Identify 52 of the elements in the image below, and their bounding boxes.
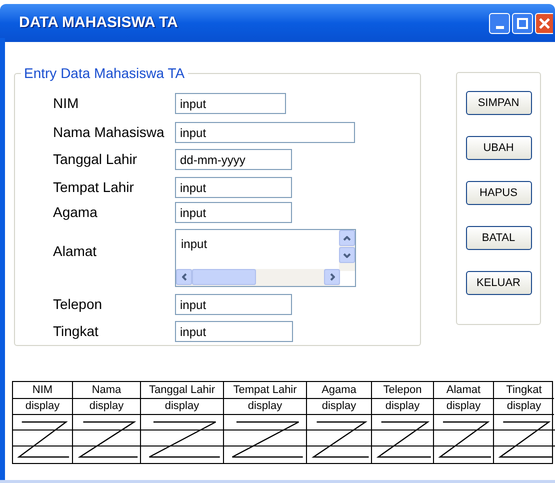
scroll-left-button[interactable] bbox=[176, 269, 192, 285]
column-header: Tanggal Lahir bbox=[141, 382, 223, 399]
close-icon bbox=[539, 18, 550, 28]
maximize-icon bbox=[517, 18, 528, 28]
field-label: NIM bbox=[53, 94, 80, 113]
maximize-button[interactable] bbox=[512, 12, 533, 34]
column-header: Agama bbox=[307, 382, 371, 399]
action-button[interactable]: SIMPAN bbox=[466, 91, 532, 115]
scroll-up-button[interactable] bbox=[339, 230, 355, 246]
field-label: Tempat Lahir bbox=[53, 178, 135, 197]
input-field[interactable]: input bbox=[175, 93, 286, 114]
field-value: input bbox=[181, 236, 208, 253]
field-label: Alamat bbox=[53, 242, 98, 261]
window-title: DATA MAHASISWA TA bbox=[19, 12, 179, 33]
column-header: Tingkat bbox=[494, 382, 554, 399]
field-label: Agama bbox=[53, 203, 98, 222]
column-header: Alamat bbox=[434, 382, 493, 399]
input-field[interactable]: input bbox=[175, 294, 292, 315]
minimize-icon bbox=[496, 26, 504, 28]
column-header: Nama bbox=[73, 382, 140, 399]
table-cell: display bbox=[73, 399, 140, 415]
vertical-scrollbar[interactable] bbox=[339, 230, 355, 271]
table-cell: display bbox=[224, 399, 306, 415]
field-label: Nama Mahasiswa bbox=[53, 123, 166, 142]
address-textarea[interactable]: input bbox=[175, 229, 356, 287]
column-header: Telepon bbox=[372, 382, 433, 399]
minimize-button[interactable] bbox=[489, 12, 510, 34]
scroll-down-button[interactable] bbox=[339, 247, 355, 263]
input-field[interactable]: input bbox=[175, 321, 293, 342]
input-field[interactable]: input bbox=[175, 202, 292, 223]
input-field[interactable]: input bbox=[175, 177, 292, 198]
table-cell: display bbox=[141, 399, 223, 415]
field-label: Telepon bbox=[53, 295, 104, 314]
horizontal-scrollbar[interactable] bbox=[176, 269, 340, 286]
action-button[interactable]: HAPUS bbox=[466, 181, 532, 205]
table-cell: display bbox=[494, 399, 554, 415]
column-header: Tempat Lahir bbox=[224, 382, 306, 399]
scroll-right-button[interactable] bbox=[324, 269, 340, 285]
table-cell: display bbox=[307, 399, 371, 415]
input-field[interactable]: dd-mm-yyyy bbox=[175, 149, 292, 170]
column-header: NIM bbox=[13, 382, 72, 399]
action-button[interactable]: BATAL bbox=[466, 226, 532, 250]
field-label: Tingkat bbox=[53, 322, 100, 341]
input-field[interactable]: input bbox=[175, 122, 355, 143]
table-cell: display bbox=[13, 399, 72, 415]
scroll-thumb[interactable] bbox=[192, 269, 256, 285]
table-cell: display bbox=[434, 399, 493, 415]
action-button[interactable]: UBAH bbox=[466, 136, 532, 160]
table-cell: display bbox=[372, 399, 433, 415]
action-button[interactable]: KELUAR bbox=[466, 271, 532, 295]
field-label: Tanggal Lahir bbox=[53, 150, 138, 169]
close-button[interactable] bbox=[535, 12, 553, 34]
